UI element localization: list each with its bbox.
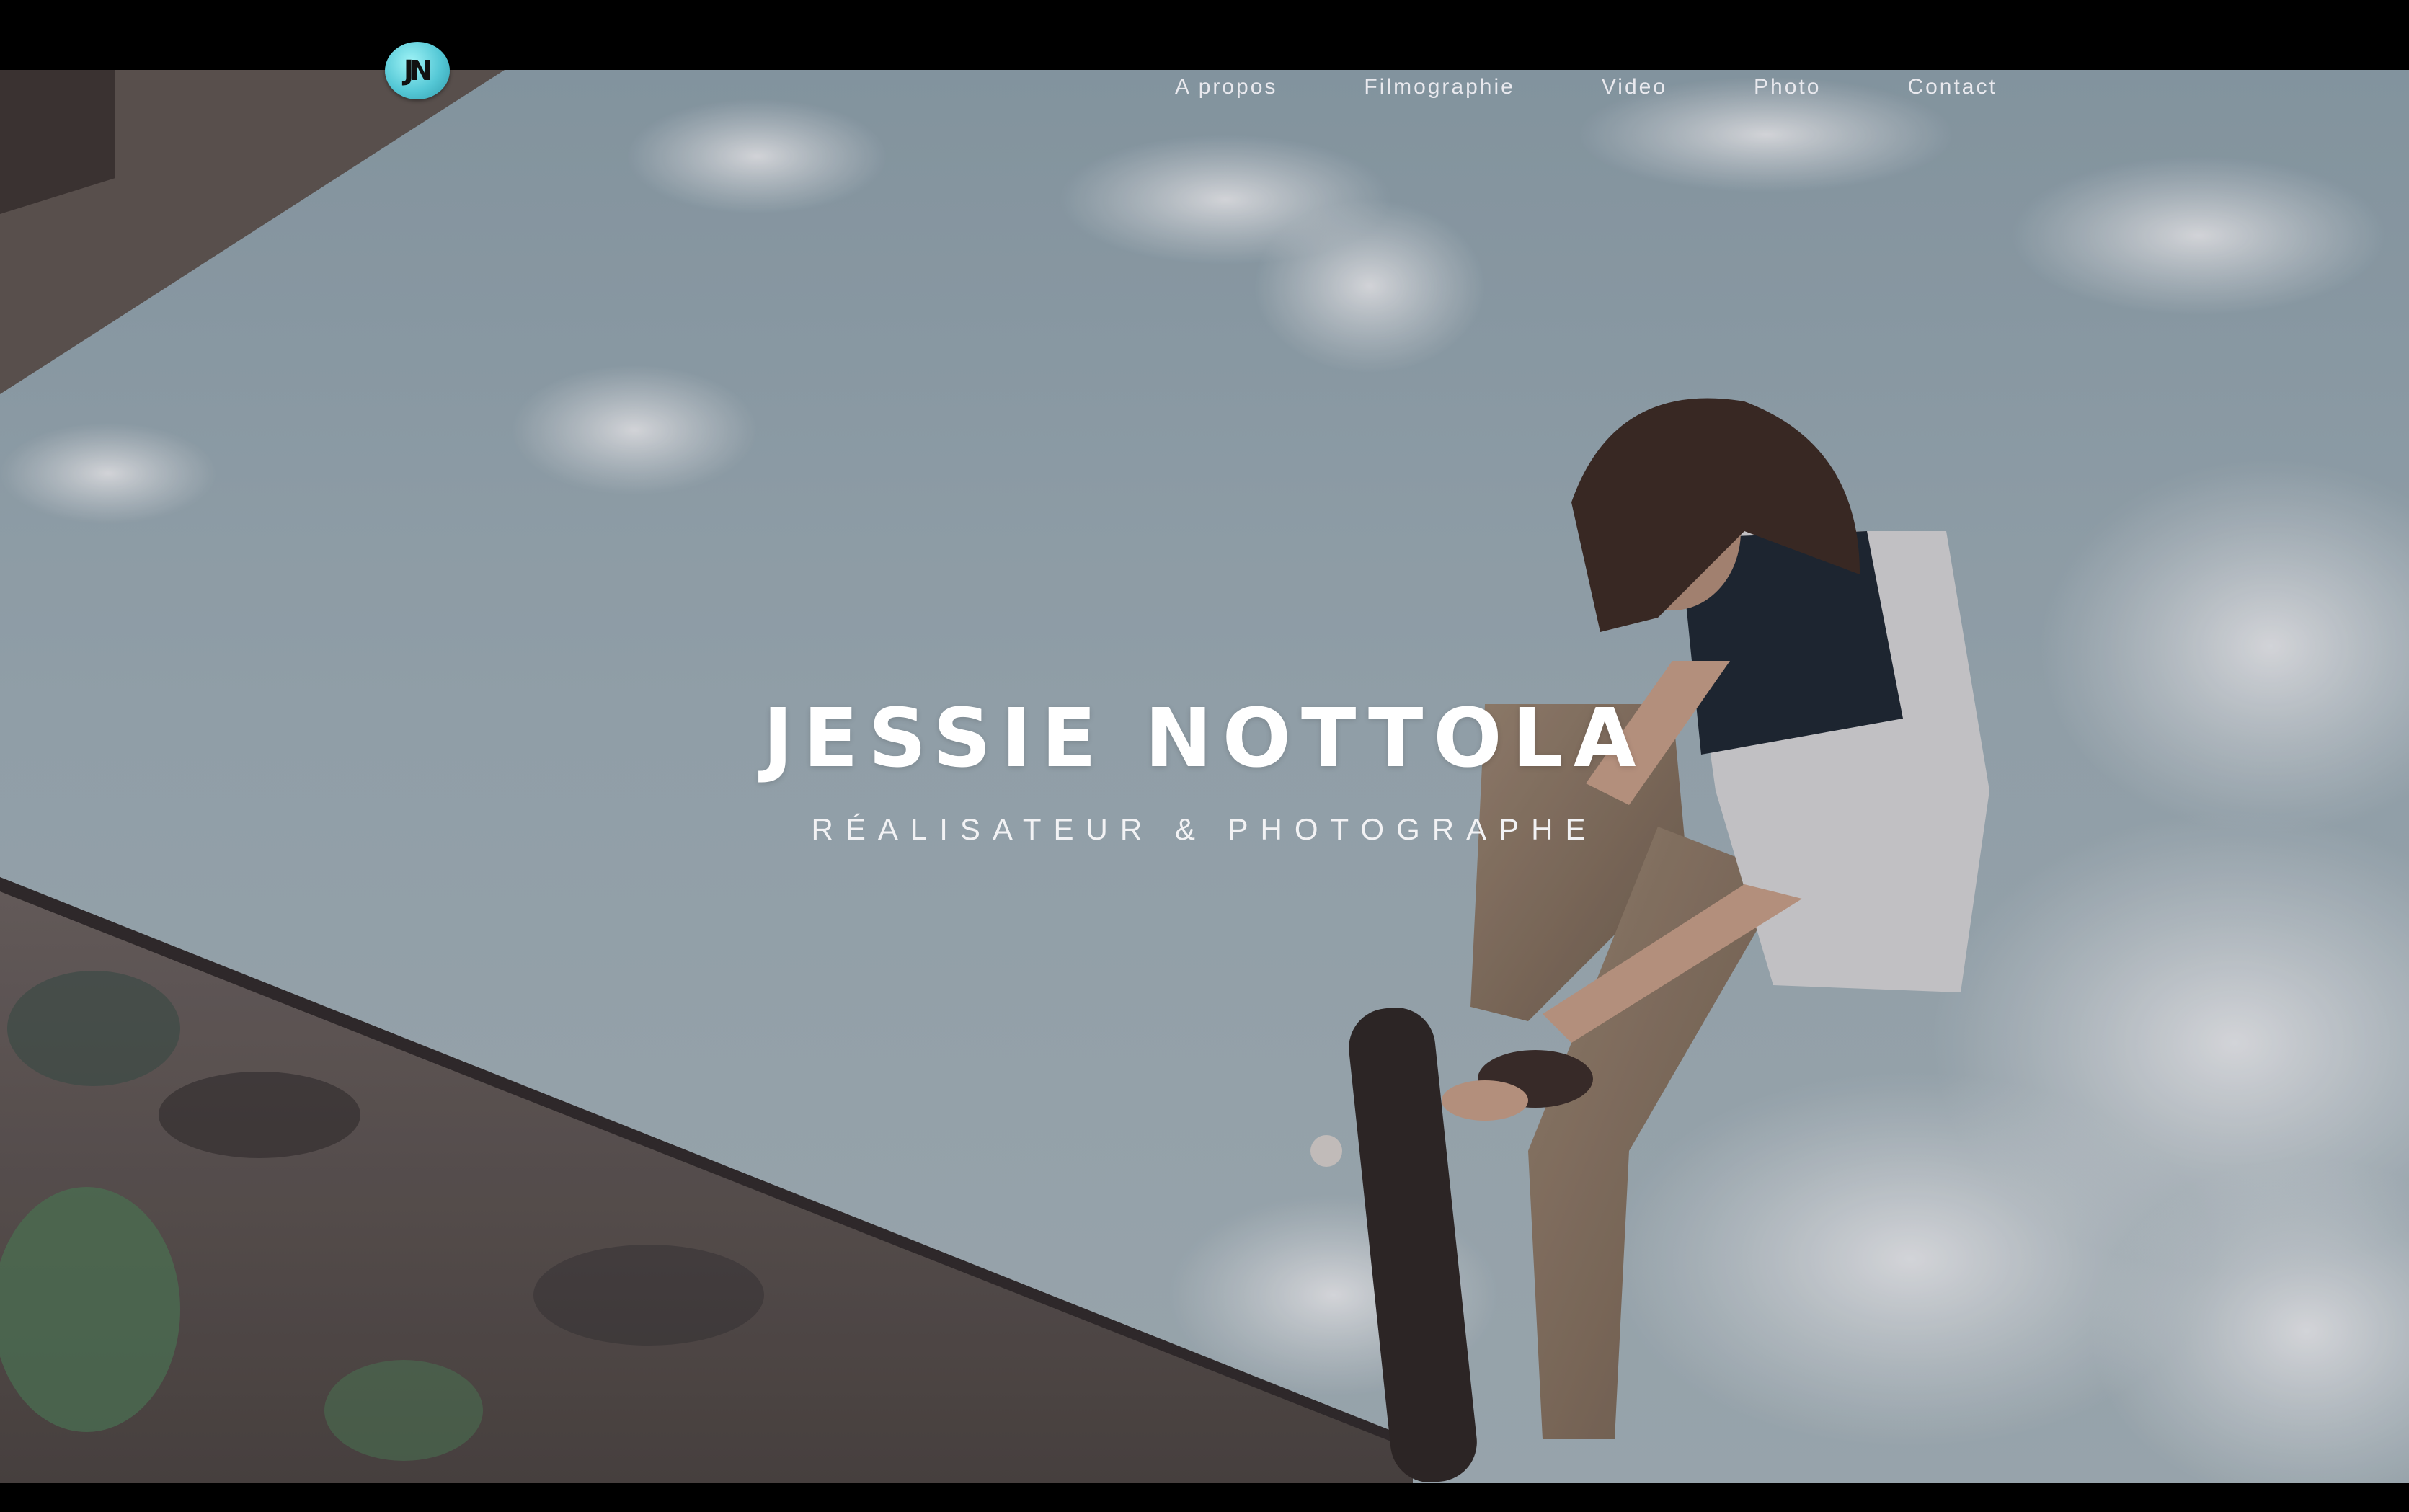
nav-item-filmographie[interactable]: Filmographie [1364, 75, 1514, 99]
hero-subtitle: RÉALISATEUR & PHOTOGRAPHE [811, 812, 1598, 846]
nav-item-photo[interactable]: Photo [1754, 75, 1821, 99]
logo-monogram: JN [404, 55, 432, 86]
site-logo[interactable]: JN [385, 42, 450, 99]
letterbox-bottom [0, 1483, 2409, 1512]
main-nav: A propos Filmographie Video Photo Contac… [1175, 75, 1997, 99]
hero-title: JESSIE NOTTOLA [763, 692, 1646, 786]
nav-item-a-propos[interactable]: A propos [1175, 75, 1277, 99]
page: JN A propos Filmographie Video Photo Con… [0, 0, 2409, 1512]
nav-item-contact[interactable]: Contact [1907, 75, 1997, 99]
nav-item-video[interactable]: Video [1602, 75, 1667, 99]
letterbox-top [0, 0, 2409, 70]
